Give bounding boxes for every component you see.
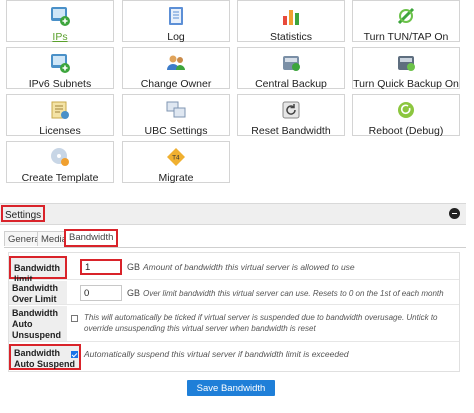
bandwidth-auto-suspend-description: Automatically suspend this virtual serve… <box>84 349 349 359</box>
collapse-icon[interactable] <box>449 208 460 219</box>
tile-ips[interactable]: IPs <box>6 0 114 43</box>
tile-licenses[interactable]: Licenses <box>6 94 114 137</box>
ips-icon <box>48 5 72 27</box>
svg-text:T4: T4 <box>171 155 180 162</box>
save-bandwidth-settings-button[interactable]: Save Bandwidth Settings <box>187 380 275 410</box>
ipv6-icon <box>48 52 72 74</box>
bandwidth-limit-description: Amount of bandwidth this virtual server … <box>143 262 355 272</box>
tile-migrate[interactable]: T4 Migrate <box>122 141 230 184</box>
tile-central-backup[interactable]: Central Backup <box>237 47 345 90</box>
tile-label: Turn TUN/TAP On <box>363 31 449 43</box>
reset-bandwidth-icon <box>279 99 303 121</box>
tile-change-owner[interactable]: Change Owner <box>122 47 230 90</box>
bandwidth-auto-unsuspend-description: This will automatically be ticked if vir… <box>84 313 438 333</box>
ubc-settings-icon <box>164 99 188 121</box>
tile-log[interactable]: Log <box>122 0 230 43</box>
tile-label: Turn Quick Backup On <box>353 78 459 90</box>
tile-statistics[interactable]: Statistics <box>237 0 345 43</box>
tile-label: UBC Settings <box>144 125 208 137</box>
bandwidth-over-limit-row: Bandwidth Over Limit GB Over limit bandw… <box>9 281 459 305</box>
tile-label: Statistics <box>269 31 312 43</box>
log-icon <box>164 5 188 27</box>
bandwidth-limit-input[interactable] <box>80 259 122 275</box>
tile-label[interactable]: IPs <box>52 31 67 43</box>
bandwidth-limit-row: Bandwidth limit GB Amount of bandwidth t… <box>9 256 459 284</box>
settings-panel-title[interactable]: Settings <box>1 205 46 222</box>
settings-panel-header <box>0 203 466 225</box>
central-backup-icon <box>279 52 303 74</box>
bandwidth-auto-unsuspend-checkbox[interactable] <box>71 315 78 322</box>
quick-backup-icon <box>394 52 418 74</box>
licenses-icon <box>48 99 72 121</box>
tile-label: IPv6 Subnets <box>28 78 92 90</box>
tile-reset-bandwidth[interactable]: Reset Bandwidth <box>237 94 345 137</box>
tab-bandwidth[interactable]: Bandwidth <box>64 229 119 247</box>
reboot-icon <box>394 99 418 121</box>
statistics-icon <box>279 5 303 27</box>
tile-label: Licenses <box>39 125 81 137</box>
bandwidth-auto-unsuspend-label: Bandwidth Auto Unsuspend <box>9 306 67 341</box>
tile-label: Change Owner <box>140 78 212 90</box>
bandwidth-limit-unit: GB <box>127 262 141 272</box>
change-owner-icon <box>164 52 188 74</box>
tile-tuntap[interactable]: Turn TUN/TAP On <box>352 0 460 43</box>
tile-label: Reset Bandwidth <box>251 125 331 137</box>
bandwidth-over-limit-unit: GB <box>127 288 141 298</box>
tile-create-template[interactable]: Create Template <box>6 141 114 184</box>
bandwidth-auto-suspend-checkbox[interactable] <box>71 351 78 358</box>
tile-quick-backup[interactable]: Turn Quick Backup On <box>352 47 460 90</box>
tile-label: Log <box>167 31 185 43</box>
tuntap-icon <box>394 5 418 27</box>
tile-label: Central Backup <box>255 78 327 90</box>
bandwidth-over-limit-input[interactable] <box>80 285 122 301</box>
tile-label: Reboot (Debug) <box>368 125 444 137</box>
bandwidth-auto-unsuspend-row: Bandwidth Auto Unsuspend This will autom… <box>9 306 459 342</box>
bandwidth-auto-suspend-row: Bandwidth Auto Suspend Automatically sus… <box>9 344 459 370</box>
bandwidth-over-limit-description: Over limit bandwidth this virtual server… <box>143 289 444 298</box>
tile-label: Migrate <box>158 172 194 184</box>
migrate-icon: T4 <box>164 146 188 168</box>
bandwidth-over-limit-label: Bandwidth Over Limit <box>9 281 67 304</box>
tile-label: Create Template <box>21 172 99 184</box>
tile-ipv6-subnets[interactable]: IPv6 Subnets <box>6 47 114 90</box>
bandwidth-limit-label: Bandwidth limit <box>9 256 67 284</box>
tile-ubc-settings[interactable]: UBC Settings <box>122 94 230 137</box>
tile-reboot-debug[interactable]: Reboot (Debug) <box>352 94 460 137</box>
create-template-icon <box>48 146 72 168</box>
